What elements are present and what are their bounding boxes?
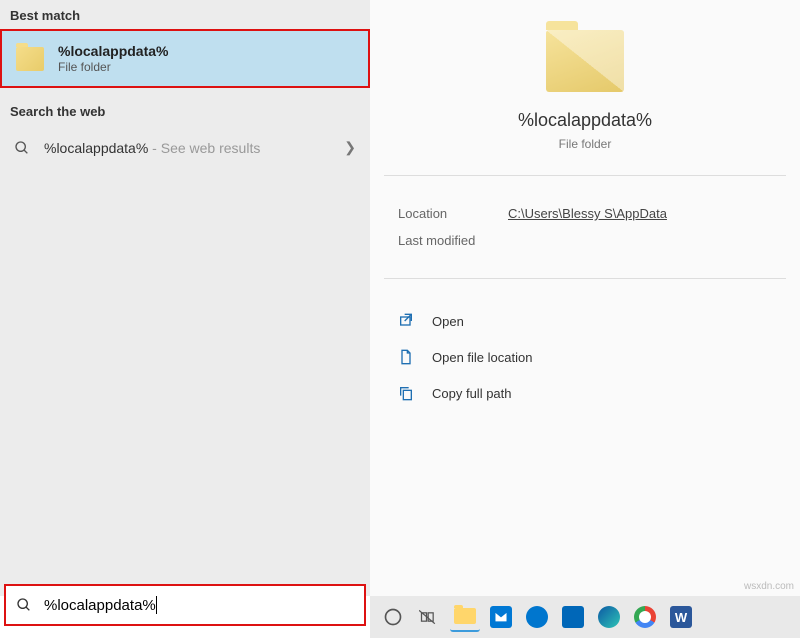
location-label: Location — [398, 206, 508, 221]
search-results-panel: Best match %localappdata% File folder Se… — [0, 0, 370, 596]
open-label: Open — [432, 314, 464, 329]
copy-icon — [398, 385, 414, 401]
chrome-icon[interactable] — [630, 602, 660, 632]
preview-subtitle: File folder — [394, 137, 776, 151]
search-icon — [14, 140, 30, 156]
best-match-result[interactable]: %localappdata% File folder — [0, 29, 370, 88]
copy-path-label: Copy full path — [432, 386, 512, 401]
watermark: wsxdn.com — [744, 581, 794, 592]
web-query: %localappdata% — [44, 140, 148, 156]
divider — [384, 278, 786, 279]
best-match-subtitle: File folder — [58, 60, 168, 74]
copy-path-action[interactable]: Copy full path — [370, 375, 800, 411]
word-icon[interactable]: W — [666, 602, 696, 632]
preview-panel: %localappdata% File folder Location C:\U… — [370, 0, 800, 596]
modified-label: Last modified — [398, 233, 508, 248]
open-location-label: Open file location — [432, 350, 532, 365]
folder-icon — [16, 47, 44, 71]
location-row: Location C:\Users\Blessy S\AppData — [370, 200, 800, 227]
search-box[interactable]: %localappdata% — [4, 584, 366, 626]
edge-icon[interactable] — [594, 602, 624, 632]
search-web-header: Search the web — [0, 96, 370, 125]
file-location-icon — [398, 349, 414, 365]
open-action[interactable]: Open — [370, 303, 800, 339]
file-explorer-icon[interactable] — [450, 602, 480, 632]
best-match-header: Best match — [0, 0, 370, 29]
task-view-icon[interactable] — [414, 602, 444, 632]
store-icon[interactable] — [558, 602, 588, 632]
web-result[interactable]: %localappdata% - See web results ❯ — [0, 125, 370, 170]
web-suffix: - See web results — [148, 140, 260, 156]
text-cursor — [156, 596, 157, 614]
search-icon — [16, 597, 32, 613]
search-input-text: %localappdata% — [44, 597, 156, 614]
dell-icon[interactable] — [522, 602, 552, 632]
best-match-title: %localappdata% — [58, 43, 168, 59]
open-location-action[interactable]: Open file location — [370, 339, 800, 375]
open-icon — [398, 313, 414, 329]
preview-title: %localappdata% — [394, 110, 776, 131]
modified-row: Last modified — [370, 227, 800, 254]
mail-icon[interactable] — [486, 602, 516, 632]
divider — [384, 175, 786, 176]
taskbar: W — [370, 596, 800, 638]
location-link[interactable]: C:\Users\Blessy S\AppData — [508, 206, 667, 221]
folder-icon — [546, 30, 624, 92]
cortana-icon[interactable] — [378, 602, 408, 632]
chevron-right-icon: ❯ — [344, 139, 356, 156]
